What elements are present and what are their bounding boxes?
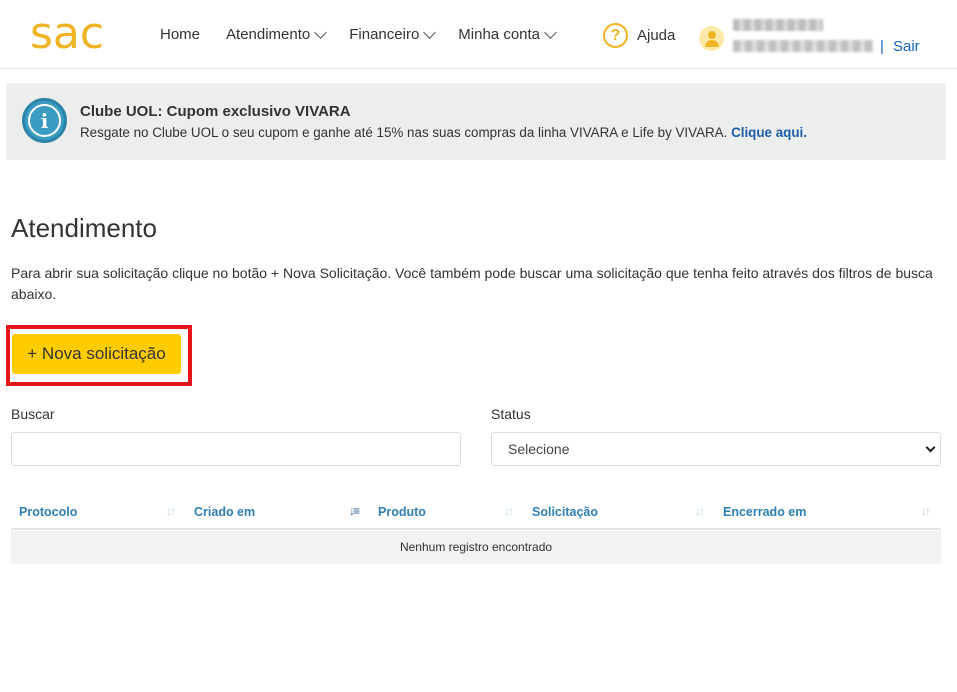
user-icon bbox=[707, 31, 716, 39]
nav-home-label: Home bbox=[160, 26, 201, 43]
nav-atendimento[interactable]: Atendimento bbox=[226, 25, 328, 43]
header-separator: | bbox=[880, 38, 884, 55]
page-description: Para abrir sua solicitação clique no bot… bbox=[11, 265, 933, 302]
column-produto[interactable]: Produto bbox=[378, 505, 426, 519]
main-nav: Home Atendimento Financeiro Minha conta bbox=[160, 25, 579, 43]
question-icon: ? bbox=[603, 23, 628, 48]
search-input[interactable] bbox=[11, 432, 461, 466]
sac-logo[interactable]: sac bbox=[30, 8, 104, 60]
status-select[interactable]: Selecione bbox=[491, 432, 941, 466]
user-icon-body bbox=[704, 40, 719, 47]
user-name-redacted bbox=[733, 19, 823, 31]
status-select-value: Selecione bbox=[508, 441, 570, 457]
help-link[interactable]: ? Ajuda bbox=[603, 23, 675, 48]
chevron-down-icon bbox=[544, 25, 557, 39]
help-label: Ajuda bbox=[637, 27, 676, 44]
nav-home[interactable]: Home bbox=[160, 26, 200, 43]
nav-financeiro[interactable]: Financeiro bbox=[349, 25, 437, 43]
new-request-button[interactable]: + Nova solicitação bbox=[12, 334, 181, 374]
sort-icon[interactable]: ↓↑ bbox=[504, 504, 514, 518]
banner-text: Resgate no Clube UOL o seu cupom e ganhe… bbox=[80, 125, 807, 140]
nav-minha-conta-label: Minha conta bbox=[458, 26, 541, 43]
sort-icon[interactable]: ↓↑ bbox=[921, 504, 931, 518]
info-icon-inner: i bbox=[28, 104, 61, 137]
nav-atendimento-label: Atendimento bbox=[226, 26, 311, 43]
sort-desc-icon[interactable]: ↓≡ bbox=[349, 504, 360, 518]
chevron-down-icon bbox=[314, 25, 328, 39]
chevron-down-icon bbox=[925, 442, 936, 453]
search-label: Buscar bbox=[11, 406, 55, 422]
sort-icon[interactable]: ↓↑ bbox=[695, 504, 705, 518]
nav-financeiro-label: Financeiro bbox=[349, 26, 420, 43]
info-icon: i bbox=[22, 98, 67, 143]
promo-banner: i Clube UOL: Cupom exclusivo VIVARA Resg… bbox=[6, 83, 946, 160]
column-solicitacao[interactable]: Solicitação bbox=[532, 505, 598, 519]
user-email-redacted bbox=[733, 40, 873, 52]
banner-title: Clube UOL: Cupom exclusivo VIVARA bbox=[80, 103, 351, 120]
logout-link[interactable]: Sair bbox=[893, 38, 920, 55]
chevron-down-icon bbox=[423, 25, 437, 39]
status-label: Status bbox=[491, 406, 531, 422]
page-title: Atendimento bbox=[11, 213, 157, 243]
banner-text-body: Resgate no Clube UOL o seu cupom e ganhe… bbox=[80, 125, 732, 140]
avatar[interactable] bbox=[699, 26, 724, 51]
column-encerrado-em[interactable]: Encerrado em bbox=[723, 505, 806, 519]
table-header: Protocolo ↓↑ Criado em ↓≡ Produto ↓↑ Sol… bbox=[11, 494, 941, 530]
nav-minha-conta[interactable]: Minha conta bbox=[458, 25, 557, 43]
table-empty-row: Nenhum registro encontrado bbox=[11, 531, 941, 564]
sort-icon[interactable]: ↓↑ bbox=[166, 504, 176, 518]
banner-link[interactable]: Clique aqui. bbox=[731, 125, 807, 140]
column-criado-em[interactable]: Criado em bbox=[194, 505, 255, 519]
column-protocolo[interactable]: Protocolo bbox=[19, 505, 77, 519]
header: sac Home Atendimento Financeiro Minha co… bbox=[0, 0, 957, 69]
